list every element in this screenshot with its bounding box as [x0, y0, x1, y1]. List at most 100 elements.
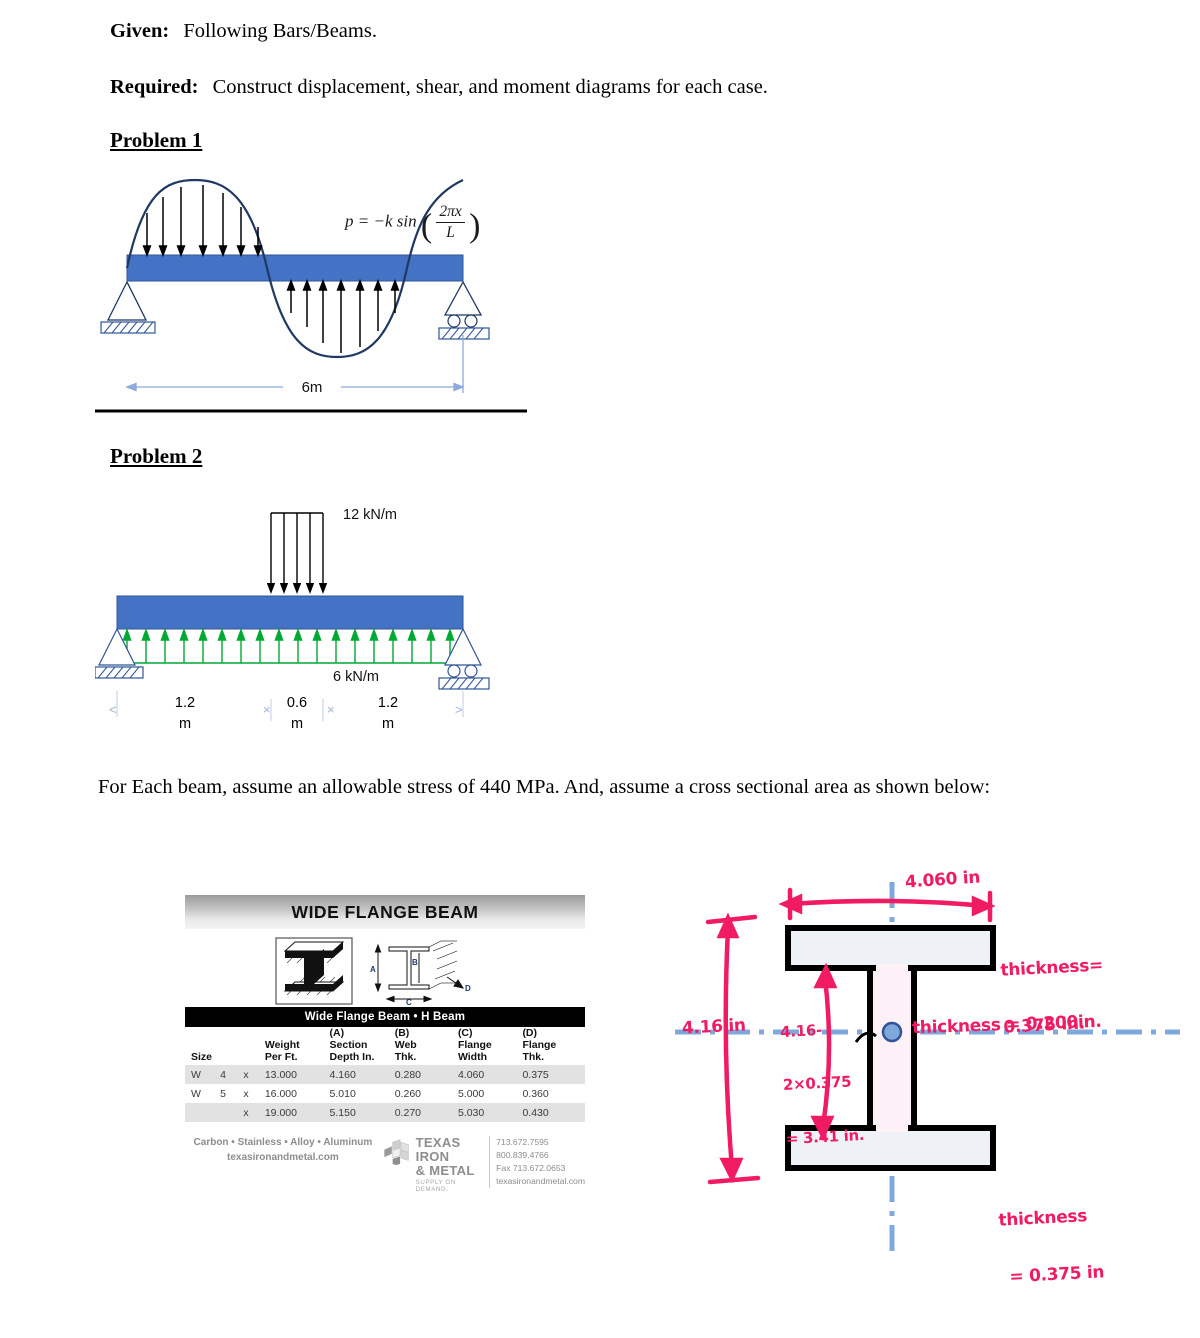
bottom-load-label: 6 kN/m: [333, 669, 379, 685]
svg-text:<: <: [109, 702, 117, 717]
required-text: Construct displacement, shear, and momen…: [212, 76, 768, 98]
table-row: W 4 x 13.000 4.160 0.280 4.060 0.375: [185, 1065, 585, 1085]
catalog-footer: Carbon • Stainless • Alloy • Aluminum te…: [185, 1122, 585, 1193]
web-calc-line1: 4.16-: [779, 1021, 823, 1042]
i-beam-dimension-icon: A B C D: [370, 940, 471, 1005]
dimension-1-value: 1.2: [174, 695, 196, 711]
cell-x: x: [241, 1103, 263, 1123]
cell-nominal: 5: [218, 1084, 242, 1104]
contact-url: texasironandmetal.com: [496, 1175, 585, 1186]
header-section-depth: (A) Section Depth In.: [329, 1027, 375, 1063]
table-row: x 19.000 5.150 0.270 5.030 0.430: [185, 1103, 585, 1123]
contact-block: 713.672.7595 800.839.4766 Fax 713.672.06…: [489, 1136, 585, 1188]
equation-numerator: 2πx: [436, 203, 465, 223]
top-load-arrowheads: [266, 583, 328, 594]
dim-label-b: B: [412, 958, 418, 967]
catalog-subtitle: Wide Flange Beam • H Beam: [185, 1007, 585, 1027]
span-label: 6m: [302, 379, 323, 396]
dimension-1-unit: m: [178, 715, 192, 732]
beam-body: [116, 595, 464, 630]
annotation-bottom-flange-thickness: thickness = 0.375 in: [996, 1168, 1107, 1325]
required-line: Required: Construct displacement, shear,…: [110, 72, 768, 103]
footer-materials-block: Carbon • Stainless • Alloy • Aluminum te…: [185, 1136, 381, 1165]
cell-weight: 16.000: [262, 1084, 328, 1104]
header-web-thk: (B) Web Thk.: [394, 1027, 417, 1063]
svg-text:>: >: [455, 702, 463, 717]
annotated-i-beam-section: [675, 882, 1180, 1252]
span-dimension: [125, 335, 465, 393]
web-calc-line3: = 3.41 in.: [785, 1125, 865, 1148]
centroid-marker: [881, 1021, 903, 1043]
problem-2-heading: Problem 2: [110, 444, 203, 468]
cell-weight: 13.000: [262, 1065, 328, 1085]
dimension-2-value: 0.6: [286, 695, 308, 711]
load-equation: p = −k sin ( 2πx L ): [345, 203, 481, 245]
bot-flange-thk-line2: = 0.375 in: [1009, 1262, 1105, 1288]
contact-fax: Fax 713.672.0653: [496, 1163, 566, 1174]
dimension-3: 1.2 m: [358, 693, 418, 734]
cell-nominal: [218, 1103, 242, 1123]
wide-flange-table: Size Weight Per Ft. (A) Section Depth In…: [185, 1027, 585, 1123]
equation-denominator: L: [446, 224, 455, 241]
footer-materials: Carbon • Stainless • Alloy • Aluminum: [193, 1137, 373, 1149]
cell-flange-thk: 0.375: [520, 1065, 585, 1085]
table-row: W 5 x 16.000 5.010 0.260 5.000 0.360: [185, 1084, 585, 1104]
brand-tagline: SUPPLY ON DEMAND.: [415, 1179, 456, 1194]
top-distributed-load: [270, 512, 324, 585]
roller-support-right: [438, 280, 490, 340]
annotation-top-flange-thickness: thickness= 0.375 in.: [998, 918, 1108, 1075]
svg-text:×: ×: [327, 702, 335, 717]
pin-support-left: [100, 280, 156, 334]
i-beam-3d-icon: [275, 937, 353, 1005]
header-flange-thk: (D) Flange Thk.: [522, 1027, 557, 1063]
downward-load-arrows: [142, 185, 263, 258]
cell-flange-width: 4.060: [455, 1065, 521, 1085]
bot-flange-thk-line1: thickness: [998, 1206, 1088, 1231]
allowable-stress-note: For Each beam, assume an allowable stres…: [98, 776, 991, 798]
dimension-1: 1.2 m: [155, 693, 215, 734]
dim-label-d: D: [465, 984, 471, 993]
dimension-3-unit: m: [381, 715, 395, 732]
given-text: Following Bars/Beams.: [183, 20, 377, 42]
dimension-2-unit: m: [290, 715, 304, 732]
given-label: Given:: [110, 20, 170, 42]
cell-depth: 5.010: [327, 1084, 393, 1104]
given-line: Given: Following Bars/Beams.: [110, 16, 377, 47]
header-size: Size: [191, 1050, 213, 1063]
cell-size: W: [185, 1084, 219, 1104]
brand-text-block: TEXAS IRON & METAL SUPPLY ON DEMAND.: [416, 1136, 484, 1193]
cell-size: [185, 1103, 219, 1123]
cell-depth: 4.160: [327, 1065, 393, 1085]
top-flange: [785, 925, 996, 971]
web-calc-line2: 2×0.375: [782, 1072, 852, 1095]
catalog-title: WIDE FLANGE BEAM: [185, 895, 585, 929]
top-load-label: 12 kN/m: [343, 507, 397, 523]
total-depth-dimension: [705, 912, 761, 1185]
texas-iron-logo-icon: [384, 1139, 409, 1166]
cell-flange-thk: 0.360: [520, 1084, 585, 1104]
catalog-icons: A B C D: [185, 929, 585, 1007]
cell-flange-thk: 0.430: [520, 1103, 585, 1123]
dimension-2: 0.6 m: [267, 693, 327, 734]
header-flange-width: (C) Flange Width: [457, 1027, 492, 1063]
cell-x: x: [241, 1084, 263, 1104]
problem-1-heading: Problem 1: [110, 128, 203, 152]
flange-width-dimension: [778, 887, 996, 923]
top-flange-thk-line1: thickness=: [1000, 955, 1104, 981]
pin-support-left: [95, 627, 144, 679]
cell-x: x: [241, 1065, 263, 1085]
cell-weight: 19.000: [262, 1103, 328, 1123]
beam-body: [126, 254, 464, 282]
bottom-uplift-load: [116, 627, 464, 664]
brand-line-1: TEXAS IRON: [415, 1135, 461, 1164]
table-body: W 4 x 13.000 4.160 0.280 4.060 0.375 W 5…: [185, 1065, 585, 1123]
cell-flange-width: 5.030: [455, 1103, 521, 1123]
contact-phone-1: 713.672.7595: [496, 1137, 549, 1148]
annotation-total-depth: 4.16 in: [681, 1015, 747, 1039]
dim-label-c: C: [406, 998, 412, 1005]
dimension-3-value: 1.2: [377, 695, 399, 711]
document-page: Given: Following Bars/Beams. Required: C…: [0, 0, 1200, 1338]
equation-lhs: p = −k sin: [345, 211, 417, 231]
cell-web: 0.280: [392, 1065, 456, 1085]
annotation-web-height-calc: 4.16- 2×0.375 = 3.41 in.: [778, 985, 867, 1183]
